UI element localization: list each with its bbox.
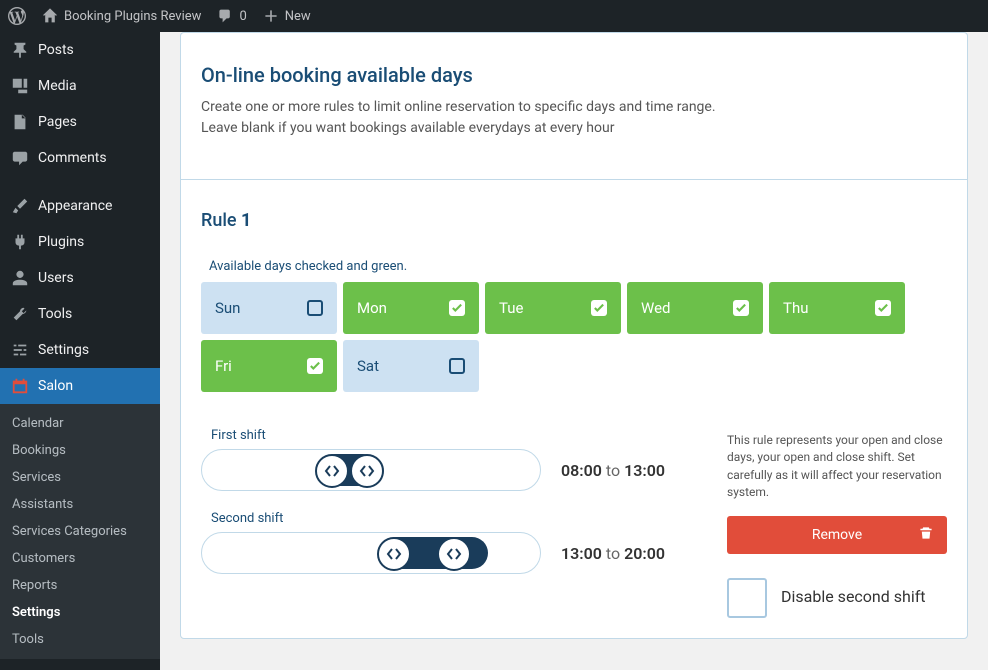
submenu-item-bookings[interactable]: Bookings — [0, 437, 160, 464]
new-content-link[interactable]: New — [255, 0, 319, 32]
plug-icon — [10, 232, 30, 252]
first-shift-label: First shift — [211, 428, 697, 443]
remove-button[interactable]: Remove — [727, 516, 947, 554]
sidebar-item-users[interactable]: Users — [0, 260, 160, 296]
submenu-item-assistants[interactable]: Assistants — [0, 491, 160, 518]
media-icon — [10, 76, 30, 96]
sidebar-submenu: CalendarBookingsServicesAssistantsServic… — [0, 404, 160, 659]
wrench-icon — [10, 304, 30, 324]
sidebar-item-label: Media — [38, 78, 77, 94]
day-toggle-mon[interactable]: Mon — [343, 282, 479, 334]
submenu-item-settings[interactable]: Settings — [0, 599, 160, 626]
calendar-icon — [10, 376, 30, 396]
site-name: Booking Plugins Review — [64, 9, 201, 24]
day-toggle-tue[interactable]: Tue — [485, 282, 621, 334]
main-content: On-line booking available days Create on… — [160, 32, 988, 670]
sliders-icon — [10, 340, 30, 360]
checkbox-icon — [307, 358, 323, 374]
sidebar-item-label: Posts — [38, 42, 74, 58]
section-desc-2: Leave blank if you want bookings availab… — [201, 118, 947, 139]
pin-icon — [10, 40, 30, 60]
brush-icon — [10, 196, 30, 216]
rule-title: Rule 1 — [201, 210, 947, 231]
second-shift-slider[interactable] — [201, 532, 541, 574]
sidebar-item-salon[interactable]: Salon — [0, 368, 160, 404]
card-body: Rule 1 Available days checked and green.… — [181, 180, 967, 638]
day-label: Sat — [357, 357, 379, 375]
day-toggle-fri[interactable]: Fri — [201, 340, 337, 392]
day-label: Fri — [215, 357, 232, 375]
day-toggle-sun[interactable]: Sun — [201, 282, 337, 334]
checkbox-icon — [591, 300, 607, 316]
day-label: Mon — [357, 299, 387, 317]
remove-label: Remove — [812, 527, 862, 543]
disable-second-shift-label: Disable second shift — [781, 587, 926, 608]
admin-sidebar: Posts Media Pages Comments Appearance Plugin… — [0, 32, 160, 670]
sidebar-item-label: Pages — [38, 114, 77, 130]
days-hint: Available days checked and green. — [209, 259, 947, 274]
sidebar-item-label: Plugins — [38, 234, 84, 250]
sidebar-item-label: Tools — [38, 306, 72, 322]
disable-second-shift-checkbox[interactable] — [727, 578, 767, 618]
slider-handle-to[interactable] — [350, 454, 384, 488]
day-toggle-wed[interactable]: Wed — [627, 282, 763, 334]
day-toggle-sat[interactable]: Sat — [343, 340, 479, 392]
site-home-link[interactable]: Booking Plugins Review — [34, 0, 209, 32]
section-title: On-line booking available days — [201, 63, 947, 87]
submenu-item-reports[interactable]: Reports — [0, 572, 160, 599]
sidebar-item-label: Salon — [38, 378, 73, 394]
days-grid: Sun Mon Tue Wed Thu Fri Sat — [201, 282, 947, 392]
checkbox-icon — [733, 300, 749, 316]
submenu-item-customers[interactable]: Customers — [0, 545, 160, 572]
second-shift-times: 13:00 to 20:00 — [561, 544, 665, 563]
sidebar-item-label: Appearance — [38, 198, 112, 214]
day-label: Tue — [499, 299, 523, 317]
rule-description: This rule represents your open and close… — [727, 432, 947, 502]
page-icon — [10, 112, 30, 132]
slider-handle-from[interactable] — [315, 454, 349, 488]
settings-card: On-line booking available days Create on… — [180, 32, 968, 639]
day-label: Sun — [215, 299, 240, 317]
trash-icon — [919, 526, 933, 544]
checkbox-icon — [449, 300, 465, 316]
submenu-item-tools[interactable]: Tools — [0, 626, 160, 653]
second-shift-label: Second shift — [211, 511, 697, 526]
checkbox-icon — [875, 300, 891, 316]
submenu-item-calendar[interactable]: Calendar — [0, 410, 160, 437]
wp-logo[interactable] — [0, 0, 34, 32]
first-shift-times: 08:00 to 13:00 — [561, 461, 665, 480]
admin-topbar: Booking Plugins Review 0 New — [0, 0, 988, 32]
sidebar-item-label: Comments — [38, 150, 107, 166]
sidebar-item-media[interactable]: Media — [0, 68, 160, 104]
card-header: On-line booking available days Create on… — [181, 33, 967, 180]
sidebar-item-pages[interactable]: Pages — [0, 104, 160, 140]
sidebar-item-label: Settings — [38, 342, 89, 358]
checkbox-icon — [449, 358, 465, 374]
comments-count: 0 — [239, 9, 246, 24]
comments-link[interactable]: 0 — [209, 0, 254, 32]
sidebar-item-settings[interactable]: Settings — [0, 332, 160, 368]
sidebar-item-plugins[interactable]: Plugins — [0, 224, 160, 260]
day-toggle-thu[interactable]: Thu — [769, 282, 905, 334]
section-desc-1: Create one or more rules to limit online… — [201, 97, 947, 118]
sidebar-item-label: Users — [38, 270, 74, 286]
comment-icon — [10, 148, 30, 168]
checkbox-icon — [307, 300, 323, 316]
first-shift-slider[interactable] — [201, 449, 541, 491]
sidebar-item-posts[interactable]: Posts — [0, 32, 160, 68]
slider-handle-from[interactable] — [377, 537, 411, 571]
new-label: New — [285, 9, 311, 24]
sidebar-item-tools[interactable]: Tools — [0, 296, 160, 332]
user-icon — [10, 268, 30, 288]
day-label: Wed — [641, 299, 671, 317]
submenu-item-services[interactable]: Services — [0, 464, 160, 491]
submenu-item-services-categories[interactable]: Services Categories — [0, 518, 160, 545]
sidebar-item-comments[interactable]: Comments — [0, 140, 160, 176]
day-label: Thu — [783, 299, 808, 317]
sidebar-item-appearance[interactable]: Appearance — [0, 188, 160, 224]
slider-handle-to[interactable] — [437, 537, 471, 571]
